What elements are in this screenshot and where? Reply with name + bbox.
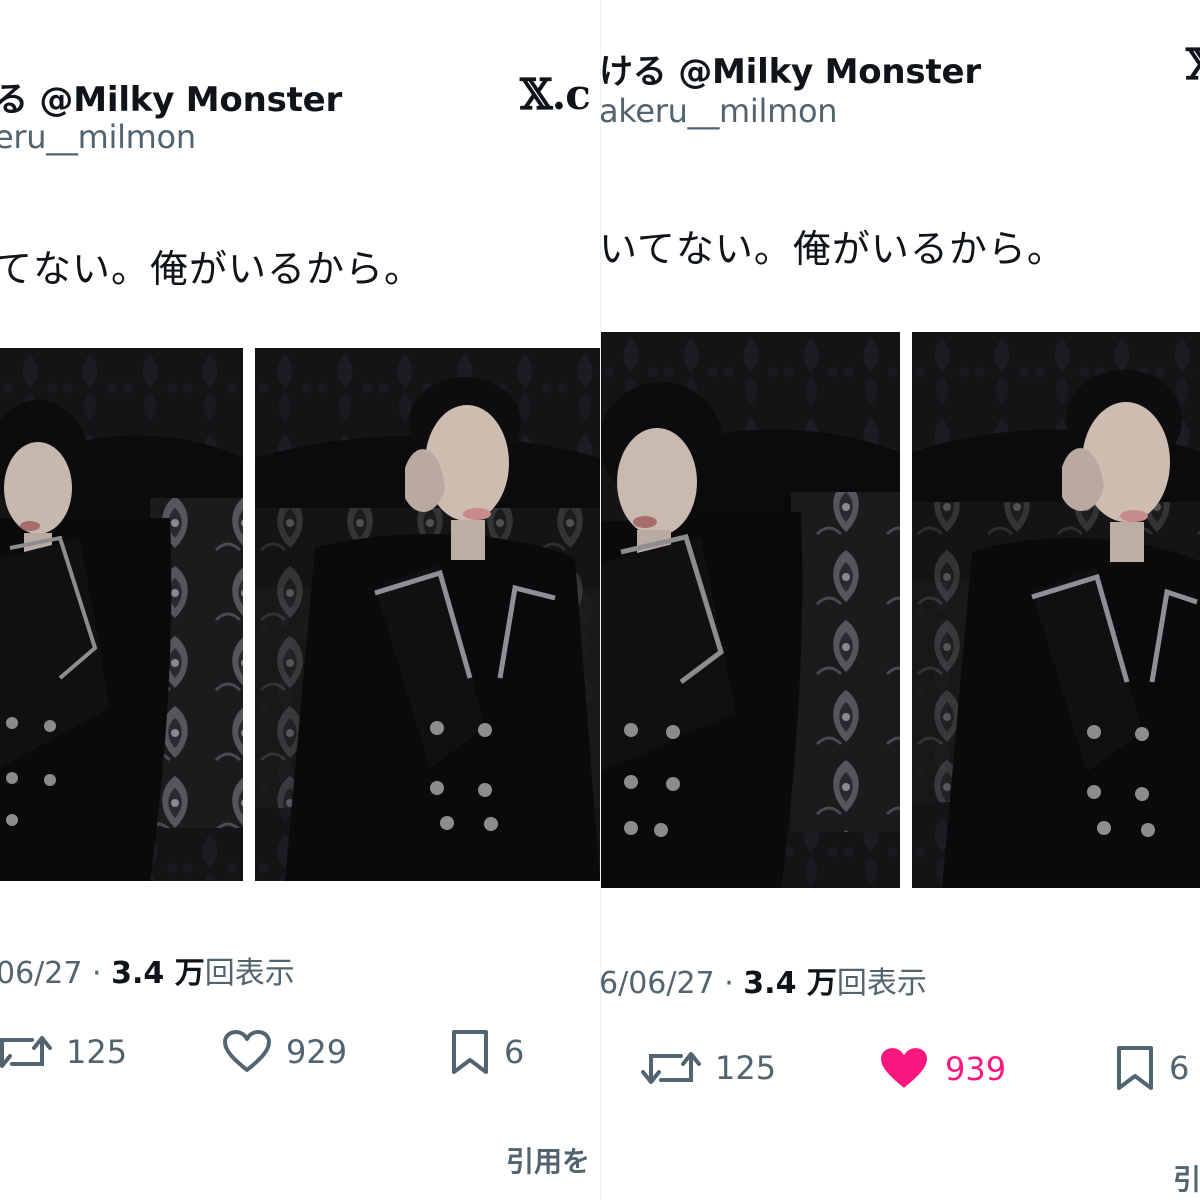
heart-icon bbox=[223, 1030, 271, 1072]
tweet-photo-1[interactable] bbox=[0, 348, 243, 881]
author-handle[interactable]: eru__milmon bbox=[0, 118, 196, 156]
retweet-count: 125 bbox=[66, 1033, 128, 1071]
bookmark-button[interactable]: 6 bbox=[450, 1030, 524, 1074]
bookmark-icon bbox=[452, 1030, 488, 1074]
bookmark-count: 6 bbox=[504, 1033, 525, 1071]
bookmark-count: 6 bbox=[1169, 1049, 1190, 1087]
retweet-icon bbox=[641, 1052, 701, 1084]
tweet-photo-2[interactable] bbox=[255, 348, 600, 881]
bookmark-button[interactable]: 6 bbox=[1115, 1046, 1189, 1090]
photo-portrait-1 bbox=[601, 332, 900, 888]
like-count: 929 bbox=[286, 1033, 348, 1071]
like-button[interactable]: 939 bbox=[877, 1046, 1006, 1092]
x-logo-icon[interactable]: 𝕏 bbox=[1186, 40, 1200, 89]
separator: · bbox=[92, 956, 102, 991]
photo-portrait-2 bbox=[912, 332, 1200, 888]
quote-tweets-link[interactable]: 引 bbox=[1173, 1158, 1200, 1198]
author-name[interactable]: ける @Milky Monster bbox=[601, 44, 981, 93]
views-label: 回表示 bbox=[204, 956, 295, 991]
display-name[interactable]: ける @Milky Monster bbox=[601, 52, 981, 92]
bookmark-icon bbox=[1117, 1046, 1153, 1090]
timestamp[interactable]: 06/27 bbox=[0, 956, 82, 991]
retweet-icon bbox=[0, 1036, 52, 1068]
views-count: 3.4 万 bbox=[111, 956, 205, 991]
timestamp[interactable]: 6/06/27 bbox=[601, 966, 715, 1001]
views-count: 3.4 万 bbox=[743, 966, 837, 1001]
tweet-photo-1[interactable] bbox=[601, 332, 900, 888]
heart-icon bbox=[881, 1048, 927, 1088]
like-count: 939 bbox=[945, 1050, 1007, 1088]
tweet-text: いてない。俺がいるから。 bbox=[600, 227, 1066, 271]
retweet-button[interactable]: 125 bbox=[641, 1046, 776, 1090]
tweet-meta: 6/06/27 · 3.4 万回表示 bbox=[601, 958, 927, 1002]
views-label: 回表示 bbox=[836, 966, 927, 1001]
quote-tweets-link[interactable]: 引用を bbox=[506, 1140, 590, 1180]
tweet-meta: 06/27 · 3.4 万回表示 bbox=[0, 948, 295, 992]
left-screenshot-panel: る @Milky Monster eru__milmon 𝕏.c てない。俺がい… bbox=[0, 0, 600, 1200]
like-button[interactable]: 929 bbox=[222, 1030, 347, 1074]
author-name[interactable]: る @Milky Monster bbox=[0, 72, 342, 121]
right-screenshot-panel: ける @Milky Monster akeru__milmon 𝕏 いてない。俺… bbox=[600, 0, 1200, 1200]
x-logo-icon[interactable]: 𝕏.c bbox=[520, 70, 591, 119]
retweet-button[interactable]: 125 bbox=[0, 1030, 127, 1074]
photo-portrait-1 bbox=[0, 348, 243, 881]
retweet-count: 125 bbox=[715, 1049, 777, 1087]
separator: · bbox=[724, 966, 734, 1001]
photo-portrait-2 bbox=[255, 348, 600, 881]
display-name[interactable]: る @Milky Monster bbox=[0, 80, 342, 120]
author-handle[interactable]: akeru__milmon bbox=[601, 92, 838, 130]
tweet-photo-2[interactable] bbox=[912, 332, 1200, 888]
tweet-text: てない。俺がいるから。 bbox=[0, 247, 424, 291]
